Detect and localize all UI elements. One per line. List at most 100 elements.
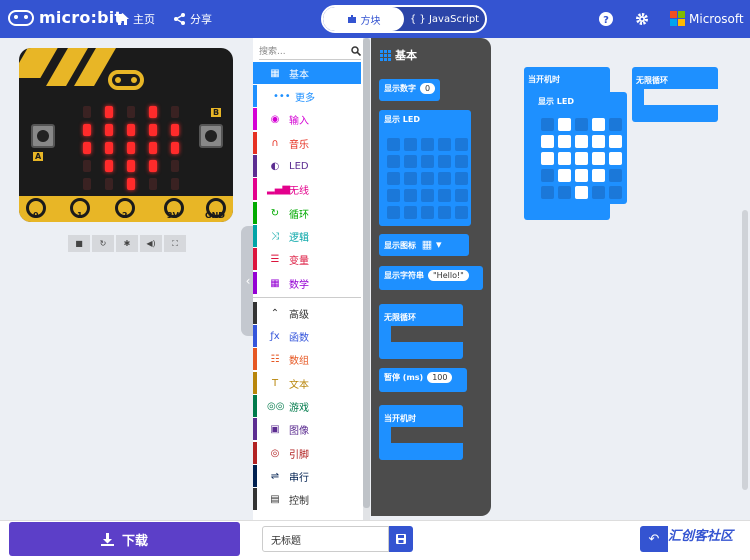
led-editor-cell[interactable] <box>455 206 468 219</box>
led-editor-cell[interactable] <box>541 169 554 182</box>
microsoft-logo[interactable]: Microsoft <box>670 11 744 26</box>
number-value[interactable]: 0 <box>420 83 436 94</box>
led-editor-cell[interactable] <box>592 135 605 148</box>
workspace-scrollbar[interactable] <box>742 210 748 490</box>
debug-button[interactable]: ✱ <box>116 235 138 252</box>
button-a[interactable] <box>31 124 55 148</box>
restart-button[interactable]: ↻ <box>92 235 114 252</box>
led-editor-cell[interactable] <box>421 138 434 151</box>
stop-button[interactable]: ■ <box>68 235 90 252</box>
led-editor-cell[interactable] <box>404 155 417 168</box>
led-editor-cell[interactable] <box>387 172 400 185</box>
led-editor-cell[interactable] <box>455 155 468 168</box>
led-editor-grid[interactable] <box>387 138 468 219</box>
help-button[interactable]: ? <box>597 10 615 28</box>
led-editor-cell[interactable] <box>541 186 554 199</box>
led-editor-cell[interactable] <box>558 169 571 182</box>
download-button[interactable]: 下载 <box>9 522 240 556</box>
led-editor-cell[interactable] <box>575 118 588 131</box>
led-editor-cell[interactable] <box>421 206 434 219</box>
toolbox-category[interactable]: ▦ 数学 <box>253 272 361 294</box>
led-editor-cell[interactable] <box>541 135 554 148</box>
led-editor-cell[interactable] <box>438 172 451 185</box>
toolbox-category[interactable]: ☰ 变量 <box>253 248 361 270</box>
led-editor-cell[interactable] <box>421 172 434 185</box>
led-editor-cell[interactable] <box>609 152 622 165</box>
led-editor-cell[interactable] <box>592 169 605 182</box>
toolbox-category[interactable]: ƒx 函数 <box>253 325 361 347</box>
led-editor-cell[interactable] <box>387 155 400 168</box>
led-editor-cell[interactable] <box>541 152 554 165</box>
javascript-mode-button[interactable]: { } JavaScript <box>404 7 485 31</box>
settings-button[interactable] <box>633 10 651 28</box>
show-number-block[interactable]: 显示数字 0 <box>379 79 441 101</box>
led-editor-cell[interactable] <box>438 206 451 219</box>
led-editor-cell[interactable] <box>592 118 605 131</box>
toolbox-category[interactable]: ▣ 图像 <box>253 418 361 440</box>
led-editor-cell[interactable] <box>558 186 571 199</box>
led-editor-cell[interactable] <box>609 186 622 199</box>
led-editor-cell[interactable] <box>558 135 571 148</box>
string-value[interactable]: "Hello!" <box>428 270 469 281</box>
toolbox-category[interactable]: ⌃ 高级 <box>253 302 361 324</box>
led-editor-cell[interactable] <box>558 118 571 131</box>
project-name-input[interactable]: 无标题 <box>262 526 389 552</box>
save-button[interactable] <box>389 526 413 552</box>
led-editor-cell[interactable] <box>609 135 622 148</box>
led-editor-cell[interactable] <box>387 206 400 219</box>
led-editor-cell[interactable] <box>404 206 417 219</box>
led-editor-cell[interactable] <box>387 138 400 151</box>
toolbox-category[interactable]: ▂▄▆ 无线 <box>253 178 361 200</box>
led-editor-cell[interactable] <box>609 169 622 182</box>
led-editor-cell[interactable] <box>404 172 417 185</box>
pause-value[interactable]: 100 <box>427 372 453 383</box>
ws-led-editor-grid[interactable] <box>541 118 622 199</box>
led-editor-cell[interactable] <box>455 189 468 202</box>
led-editor-cell[interactable] <box>404 189 417 202</box>
led-editor-cell[interactable] <box>438 138 451 151</box>
board-logo-icon[interactable] <box>108 70 144 90</box>
led-editor-cell[interactable] <box>438 189 451 202</box>
microbit-logo[interactable]: micro:bit <box>8 8 122 27</box>
button-b[interactable] <box>199 124 223 148</box>
toolbox-category[interactable]: T 文本 <box>253 372 361 394</box>
led-editor-cell[interactable] <box>455 138 468 151</box>
led-editor-cell[interactable] <box>592 186 605 199</box>
led-editor-cell[interactable] <box>575 152 588 165</box>
led-editor-cell[interactable] <box>455 172 468 185</box>
toolbox-category[interactable]: ▤ 控制 <box>253 488 361 510</box>
fullscreen-button[interactable]: ⛶ <box>164 235 186 252</box>
show-string-block[interactable]: 显示字符串 "Hello!" <box>379 266 483 290</box>
toolbox-category[interactable]: ⤨ 逻辑 <box>253 225 361 247</box>
share-button[interactable]: 分享 <box>173 11 212 27</box>
led-editor-cell[interactable] <box>575 169 588 182</box>
search-input[interactable]: 搜索... <box>259 42 361 60</box>
toolbox-category[interactable]: ☷ 数组 <box>253 348 361 370</box>
led-editor-cell[interactable] <box>541 118 554 131</box>
toolbox-category[interactable]: ••• 更多 <box>253 85 361 107</box>
home-button[interactable]: 主页 <box>116 11 155 27</box>
toolbox-category[interactable]: ↻ 循环 <box>253 202 361 224</box>
toolbox-category[interactable]: ⇌ 串行 <box>253 465 361 487</box>
toolbox-category[interactable]: ∩ 音乐 <box>253 132 361 154</box>
blocks-mode-button[interactable]: 方块 <box>323 7 404 31</box>
toolbox-category[interactable]: ◎ 引脚 <box>253 442 361 464</box>
led-editor-cell[interactable] <box>404 138 417 151</box>
toolbox-scroll-thumb[interactable] <box>363 38 370 508</box>
pause-block[interactable]: 暂停 (ms) 100 <box>379 368 467 392</box>
led-editor-cell[interactable] <box>421 155 434 168</box>
led-editor-cell[interactable] <box>558 152 571 165</box>
show-icon-block[interactable]: 显示图标 ▦ ▾ <box>379 234 469 256</box>
led-editor-cell[interactable] <box>609 118 622 131</box>
toolbox-category[interactable]: ◉ 输入 <box>253 108 361 130</box>
toolbox-category[interactable]: ◎◎ 游戏 <box>253 395 361 417</box>
led-editor-cell[interactable] <box>421 189 434 202</box>
led-editor-cell[interactable] <box>575 186 588 199</box>
led-editor-cell[interactable] <box>438 155 451 168</box>
led-editor-cell[interactable] <box>575 135 588 148</box>
undo-button[interactable]: ↶ <box>640 526 668 552</box>
led-editor-cell[interactable] <box>592 152 605 165</box>
toolbox-category[interactable]: ▦ 基本 <box>253 62 361 84</box>
toolbox-category[interactable]: ◐ LED <box>253 155 361 177</box>
sound-button[interactable]: ◀) <box>140 235 162 252</box>
